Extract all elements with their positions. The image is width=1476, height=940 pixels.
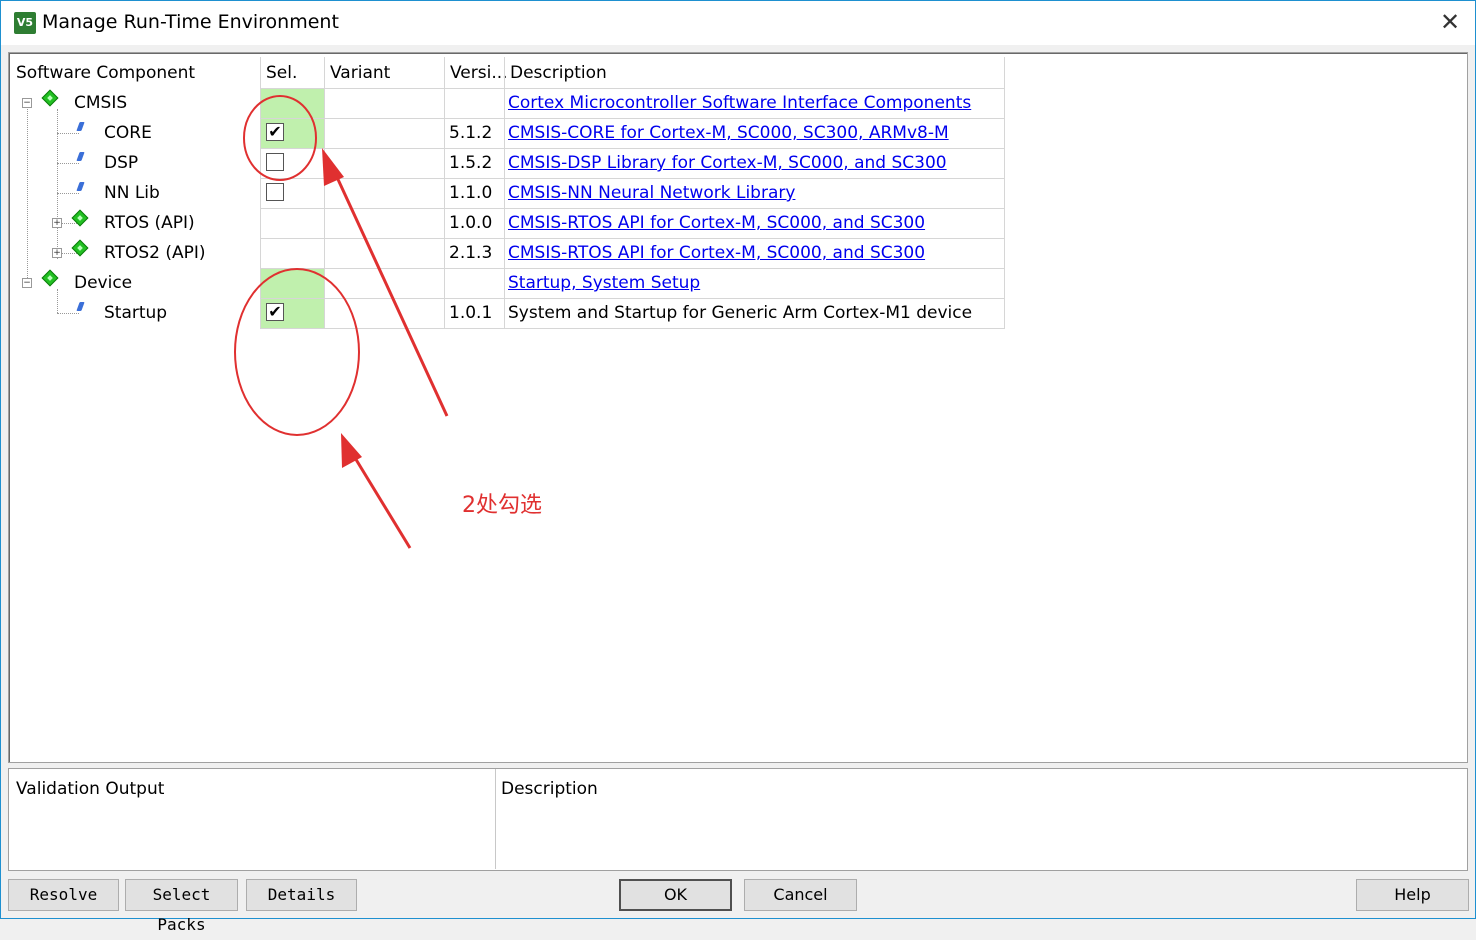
- close-icon[interactable]: ✕: [1437, 9, 1463, 35]
- cancel-button[interactable]: Cancel: [744, 879, 857, 911]
- header-software-component[interactable]: Software Component: [16, 63, 195, 83]
- desc-link-rtos2[interactable]: CMSIS-RTOS API for Cortex-M, SC000, and …: [508, 243, 925, 263]
- tree-item-nn-lib[interactable]: NN Lib: [104, 183, 160, 203]
- validation-panel: Validation Output Description: [8, 768, 1468, 871]
- header-sel[interactable]: Sel.: [266, 63, 297, 83]
- tree-item-device[interactable]: Device: [74, 273, 132, 293]
- window-title: Manage Run-Time Environment: [42, 11, 339, 33]
- help-button[interactable]: Help: [1356, 879, 1469, 911]
- keil-app-icon: V5: [14, 12, 36, 34]
- version-core: 5.1.2: [449, 123, 493, 143]
- version-startup: 1.0.1: [449, 303, 493, 323]
- resolve-button[interactable]: Resolve: [8, 879, 119, 911]
- component-icon: [76, 302, 85, 311]
- desc-startup: System and Startup for Generic Arm Corte…: [508, 303, 973, 323]
- version-nn-lib: 1.1.0: [449, 183, 493, 203]
- desc-link-dsp[interactable]: CMSIS-DSP Library for Cortex-M, SC000, a…: [508, 153, 947, 173]
- component-icon: [76, 122, 85, 131]
- tree-item-cmsis[interactable]: CMSIS: [74, 93, 127, 113]
- cmsis-expander[interactable]: −: [22, 98, 32, 108]
- validation-description-header: Description: [501, 779, 598, 799]
- select-packs-button[interactable]: Select Packs: [125, 879, 238, 934]
- component-icon: [76, 182, 85, 191]
- annotation-text: 2处勾选: [462, 493, 542, 518]
- startup-checkbox[interactable]: ✔: [266, 303, 284, 321]
- header-variant[interactable]: Variant: [330, 63, 390, 83]
- desc-link-cmsis[interactable]: Cortex Microcontroller Software Interfac…: [508, 93, 971, 113]
- ok-button[interactable]: OK: [619, 879, 732, 911]
- dsp-checkbox[interactable]: [266, 153, 284, 171]
- tree-item-core[interactable]: CORE: [104, 123, 152, 143]
- tree-item-dsp[interactable]: DSP: [104, 153, 138, 173]
- desc-link-device[interactable]: Startup, System Setup: [508, 273, 700, 293]
- tree-item-rtos-api[interactable]: RTOS (API): [104, 213, 195, 233]
- rtos2-expander[interactable]: +: [52, 248, 62, 258]
- desc-link-nn-lib[interactable]: CMSIS-NN Neural Network Library: [508, 183, 795, 203]
- version-rtos: 1.0.0: [449, 213, 493, 233]
- device-expander[interactable]: −: [22, 278, 32, 288]
- core-checkbox[interactable]: ✔: [266, 123, 284, 141]
- header-version[interactable]: Versi...: [450, 63, 508, 83]
- validation-output-header: Validation Output: [16, 779, 165, 799]
- component-table: Software Component Sel. Variant Versi...…: [8, 52, 1468, 763]
- version-rtos2: 2.1.3: [449, 243, 493, 263]
- device-class-icon: [41, 269, 59, 287]
- details-button[interactable]: Details: [246, 879, 357, 911]
- cmsis-class-icon: [41, 89, 59, 107]
- tree-item-startup[interactable]: Startup: [104, 303, 167, 323]
- title-bar: V5 Manage Run-Time Environment ✕: [1, 1, 1475, 45]
- rtos-expander[interactable]: +: [52, 218, 62, 228]
- version-dsp: 1.5.2: [449, 153, 493, 173]
- component-icon: [76, 152, 85, 161]
- nn-lib-checkbox[interactable]: [266, 183, 284, 201]
- desc-link-core[interactable]: CMSIS-CORE for Cortex-M, SC000, SC300, A…: [508, 123, 949, 143]
- header-description[interactable]: Description: [510, 63, 607, 83]
- tree-item-rtos2-api[interactable]: RTOS2 (API): [104, 243, 206, 263]
- desc-link-rtos[interactable]: CMSIS-RTOS API for Cortex-M, SC000, and …: [508, 213, 925, 233]
